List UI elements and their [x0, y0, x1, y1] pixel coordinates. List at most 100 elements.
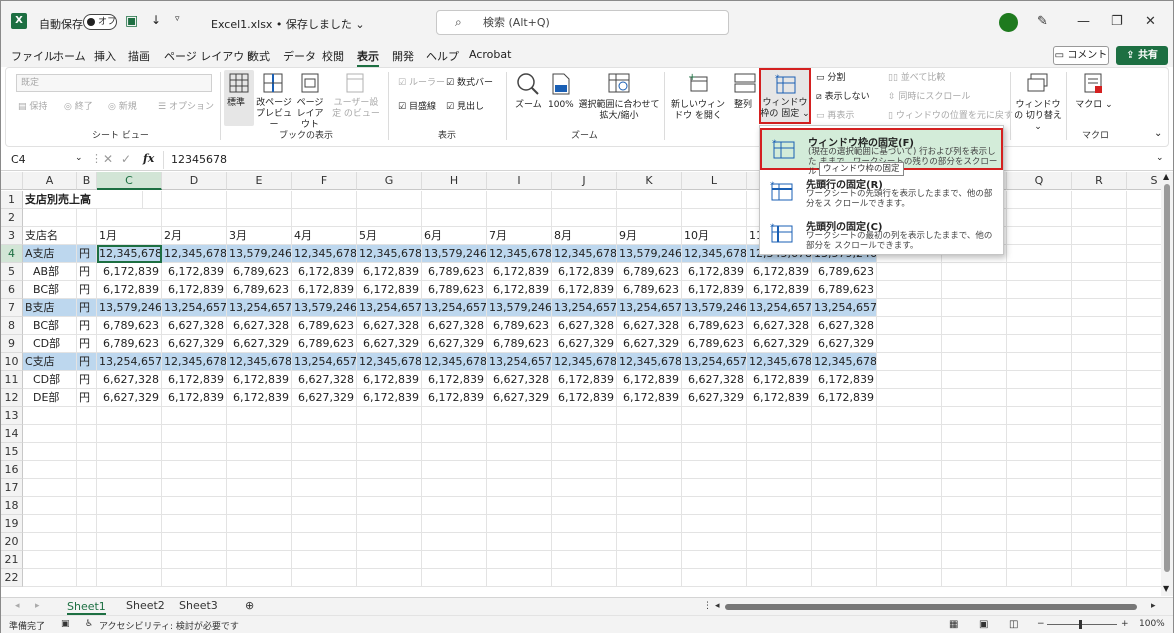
column-header-k[interactable]: K [617, 172, 682, 190]
empty-cell[interactable] [227, 479, 292, 497]
empty-cell[interactable] [422, 191, 487, 209]
value-cell[interactable]: 6,172,839 [552, 389, 617, 407]
value-cell[interactable]: 6,172,839 [812, 389, 877, 407]
empty-cell[interactable] [1072, 551, 1127, 569]
empty-cell[interactable] [292, 497, 357, 515]
column-header-c[interactable]: C [97, 172, 162, 190]
empty-cell[interactable] [1127, 317, 1161, 335]
empty-cell[interactable] [1007, 299, 1072, 317]
empty-cell[interactable] [877, 263, 942, 281]
value-cell[interactable]: 6,627,329 [357, 335, 422, 353]
empty-cell[interactable] [1127, 299, 1161, 317]
unit-cell[interactable]: 円 [77, 353, 97, 371]
menu-view[interactable]: 表示 [357, 48, 379, 67]
empty-cell[interactable] [227, 191, 292, 209]
value-cell[interactable]: 6,172,839 [617, 389, 682, 407]
empty-cell[interactable] [877, 443, 942, 461]
value-cell[interactable]: 12,345,678 [162, 245, 227, 263]
value-cell[interactable]: 13,254,657 [292, 353, 357, 371]
row-header[interactable]: 7 [1, 299, 23, 317]
row-header[interactable]: 13 [1, 407, 23, 425]
value-cell[interactable]: 6,627,329 [747, 335, 812, 353]
empty-cell[interactable] [1007, 209, 1072, 227]
column-header-i[interactable]: I [487, 172, 552, 190]
empty-cell[interactable] [1127, 191, 1161, 209]
empty-cell[interactable] [1127, 263, 1161, 281]
empty-cell[interactable] [942, 497, 1007, 515]
value-cell[interactable]: 6,627,328 [682, 371, 747, 389]
value-cell[interactable]: 6,172,839 [292, 263, 357, 281]
arrange-button[interactable]: 整列 [730, 70, 760, 124]
empty-cell[interactable] [23, 497, 77, 515]
collapse-ribbon-icon[interactable]: ⌄ [1154, 128, 1162, 139]
row-header[interactable]: 15 [1, 443, 23, 461]
empty-cell[interactable] [487, 461, 552, 479]
empty-cell[interactable] [1007, 551, 1072, 569]
empty-cell[interactable] [97, 533, 162, 551]
split-button[interactable]: ▭ 分割 [816, 73, 845, 84]
empty-cell[interactable] [617, 515, 682, 533]
unit-cell[interactable]: 円 [77, 389, 97, 407]
zoom-slider[interactable] [1047, 624, 1117, 625]
value-cell[interactable]: 6,789,623 [422, 281, 487, 299]
empty-cell[interactable] [23, 515, 77, 533]
empty-cell[interactable] [1007, 353, 1072, 371]
empty-cell[interactable] [422, 533, 487, 551]
empty-cell[interactable] [1072, 245, 1127, 263]
empty-cell[interactable] [617, 443, 682, 461]
empty-cell[interactable] [162, 443, 227, 461]
value-cell[interactable]: 6,172,839 [227, 371, 292, 389]
empty-cell[interactable] [1007, 227, 1072, 245]
empty-cell[interactable] [1072, 335, 1127, 353]
sort-icon[interactable]: ↓ [151, 13, 161, 27]
value-cell[interactable]: 13,579,246 [97, 299, 162, 317]
empty-cell[interactable] [162, 533, 227, 551]
row-header[interactable]: 22 [1, 569, 23, 587]
value-cell[interactable]: 6,789,623 [812, 281, 877, 299]
sheet-tab[interactable]: Sheet3 [179, 599, 218, 612]
empty-cell[interactable] [77, 515, 97, 533]
page-break-icon[interactable]: ◫ [1009, 619, 1018, 630]
empty-cell[interactable] [357, 569, 422, 587]
branch-name-cell[interactable]: A支店 [23, 245, 77, 263]
value-cell[interactable]: 6,172,839 [162, 263, 227, 281]
value-cell[interactable]: 12,345,678 [292, 245, 357, 263]
unit-cell[interactable]: 円 [77, 263, 97, 281]
branch-name-cell[interactable]: CD部 [23, 335, 77, 353]
empty-cell[interactable] [487, 533, 552, 551]
insert-function-button[interactable]: fx [143, 152, 154, 165]
value-cell[interactable]: 6,172,839 [162, 389, 227, 407]
autosave-toggle[interactable]: オフ [83, 14, 117, 30]
empty-cell[interactable] [487, 209, 552, 227]
row-header[interactable]: 4 [1, 245, 23, 263]
empty-cell[interactable] [617, 461, 682, 479]
empty-cell[interactable] [942, 281, 1007, 299]
empty-cell[interactable] [227, 443, 292, 461]
empty-cell[interactable] [877, 317, 942, 335]
value-cell[interactable]: 12,345,678 [487, 245, 552, 263]
value-cell[interactable]: 12,345,678 [422, 353, 487, 371]
empty-cell[interactable] [422, 515, 487, 533]
empty-cell[interactable] [812, 461, 877, 479]
value-cell[interactable]: 13,579,246 [682, 299, 747, 317]
header-cell[interactable]: 8月 [552, 227, 617, 245]
value-cell[interactable]: 13,254,657 [357, 299, 422, 317]
empty-cell[interactable] [1127, 407, 1161, 425]
empty-cell[interactable] [552, 551, 617, 569]
value-cell[interactable]: 6,172,839 [747, 263, 812, 281]
empty-cell[interactable] [77, 479, 97, 497]
empty-cell[interactable] [422, 551, 487, 569]
empty-cell[interactable] [292, 191, 357, 209]
empty-cell[interactable] [422, 569, 487, 587]
empty-cell[interactable] [812, 551, 877, 569]
branch-name-cell[interactable]: C支店 [23, 353, 77, 371]
branch-name-cell[interactable]: AB部 [23, 263, 77, 281]
value-cell[interactable]: 6,627,328 [552, 317, 617, 335]
row-header[interactable]: 6 [1, 281, 23, 299]
value-cell[interactable]: 6,627,329 [97, 389, 162, 407]
empty-cell[interactable] [227, 533, 292, 551]
menu-help[interactable]: ヘルプ [426, 48, 459, 64]
value-cell[interactable]: 6,172,839 [747, 371, 812, 389]
header-cell[interactable]: 5月 [357, 227, 422, 245]
row-header[interactable]: 3 [1, 227, 23, 245]
